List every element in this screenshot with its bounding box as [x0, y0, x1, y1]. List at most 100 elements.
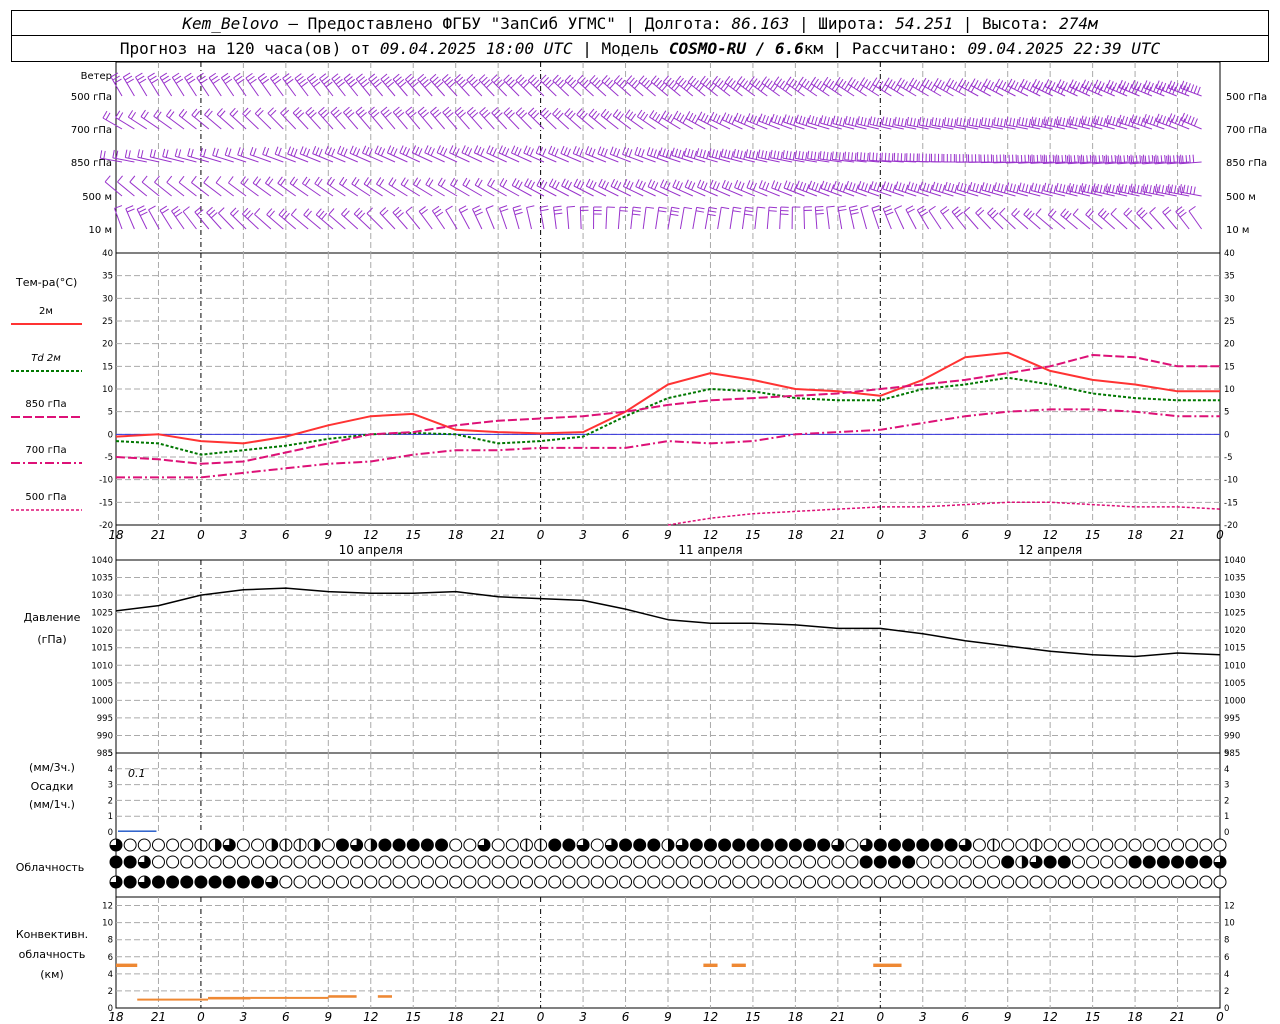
wind-barb-feather — [627, 111, 634, 119]
cloud-circle — [972, 855, 986, 869]
wind-barb-feather — [1142, 183, 1145, 192]
wind-barb-feather — [1056, 119, 1060, 128]
cloud-circle — [930, 855, 944, 869]
wind-barb-feather — [909, 117, 913, 126]
wind-barb-feather — [473, 208, 482, 213]
cloud-symbol — [449, 875, 463, 889]
wind-barb-feather — [1030, 182, 1034, 191]
wind-barb-feather — [1032, 78, 1037, 87]
hour-label-temp: 12 — [363, 528, 378, 542]
cloud-symbol — [718, 855, 732, 869]
wind-barb-feather — [1007, 78, 1013, 87]
wind-barb-feather — [440, 179, 446, 187]
hour-label-bottom: 6 — [961, 1010, 969, 1024]
wind-barb-feather — [343, 106, 350, 113]
wind-barb-feather — [1162, 116, 1167, 124]
wind-barb-feather — [321, 212, 328, 220]
wind-barb-feather — [1053, 118, 1057, 127]
hour-label-temp: 18 — [788, 528, 804, 542]
cloud-symbol — [548, 855, 562, 869]
wind-barb-feather — [755, 151, 759, 160]
wind-barb-feather — [771, 180, 776, 189]
wind-barb-feather — [395, 76, 402, 83]
cloud-symbol — [265, 838, 279, 852]
wind-barb-feather — [675, 75, 682, 83]
wind-barb-feather — [916, 118, 920, 127]
wind-barb-feather — [362, 145, 367, 154]
cloud-symbol — [859, 855, 873, 869]
hour-label-bottom: 21 — [1170, 1010, 1185, 1024]
wind-barb-feather — [838, 152, 841, 161]
hour-label-bottom: 12 — [363, 1010, 378, 1024]
wind-barb-feather — [542, 148, 547, 157]
wind-barb-feather — [1111, 155, 1113, 164]
wind-barb-feather — [554, 148, 559, 157]
cloud-circle — [817, 838, 831, 852]
wind-barb — [233, 77, 247, 97]
wind-barb-feather — [954, 119, 957, 128]
cloud-symbol — [1199, 838, 1213, 852]
wind-barb-feather — [503, 74, 510, 81]
wind-barb-feather — [284, 75, 292, 82]
wind-barb-feather — [502, 179, 508, 188]
cloud-symbol — [449, 838, 463, 852]
wind-barb-feather — [1122, 81, 1127, 90]
wind-barb-feather — [850, 79, 856, 87]
cloud-fill — [370, 839, 377, 851]
wind-barb-feather — [871, 205, 880, 209]
cloud-circle — [689, 855, 703, 869]
wind-barb-feather — [393, 148, 398, 157]
wind-barb-feather — [551, 180, 557, 188]
wind-barb-feather — [151, 78, 159, 84]
precip-tick-right: 1 — [1224, 812, 1229, 822]
wind-barb-feather — [265, 147, 270, 156]
wind-barb-feather — [1094, 79, 1099, 88]
wind-barb-feather — [165, 149, 169, 158]
wind-barb-feather — [1097, 81, 1102, 89]
wind-barb-feather — [566, 148, 571, 157]
wind-barb-feather — [883, 205, 891, 210]
hour-label-temp: 18 — [108, 528, 124, 542]
wind-barb-feather — [829, 152, 832, 161]
wind-barb-feather — [403, 179, 409, 187]
cloud-symbol — [350, 838, 364, 852]
wind-barb-feather — [287, 146, 292, 155]
wind-barb-feather — [1162, 82, 1167, 91]
wind-barb-feather — [1179, 211, 1187, 218]
wind-barb-feather — [1110, 207, 1117, 215]
cloud-symbol — [435, 875, 449, 889]
hour-label-temp: 9 — [664, 528, 672, 542]
wind-barb-feather — [842, 118, 846, 127]
wind-barb-feather — [1025, 118, 1028, 127]
cloud-symbol — [1043, 855, 1057, 869]
wind-barb-feather — [267, 178, 274, 186]
wind-barb-feather — [136, 205, 145, 210]
wind-barb-feather — [1050, 184, 1054, 193]
wind-barb-feather — [769, 206, 778, 209]
cloud-circle — [1156, 855, 1170, 869]
wind-barb-feather — [1028, 212, 1035, 220]
wind-barb-feather — [567, 77, 574, 84]
hour-label-temp: 18 — [448, 528, 464, 542]
wind-barb-feather — [700, 181, 705, 189]
wind-barb-feather — [175, 211, 183, 218]
cloud-circle — [958, 875, 972, 889]
wind-barb-feather — [230, 207, 237, 214]
wind-barb-feather — [172, 72, 180, 78]
wind-barb-feather — [1082, 85, 1087, 93]
wind-barb — [741, 207, 746, 230]
cloud-symbol — [703, 838, 717, 852]
wind-barb-feather — [915, 81, 921, 89]
wind-barb-feather — [527, 74, 535, 81]
wind-barb-feather — [309, 76, 317, 82]
wind-barb-feather — [385, 79, 392, 85]
wind-barb-feather — [879, 153, 882, 162]
wind-barb-feather — [443, 148, 448, 156]
temp-tick-right: 35 — [1224, 272, 1235, 282]
wind-barb-feather — [876, 117, 879, 126]
wind-barb-feather — [637, 148, 642, 156]
wind-barb-feather — [392, 73, 400, 80]
wind-barb-feather — [424, 81, 432, 88]
wind-barb-feather — [792, 152, 796, 161]
wind-barb-feather — [1062, 210, 1069, 218]
